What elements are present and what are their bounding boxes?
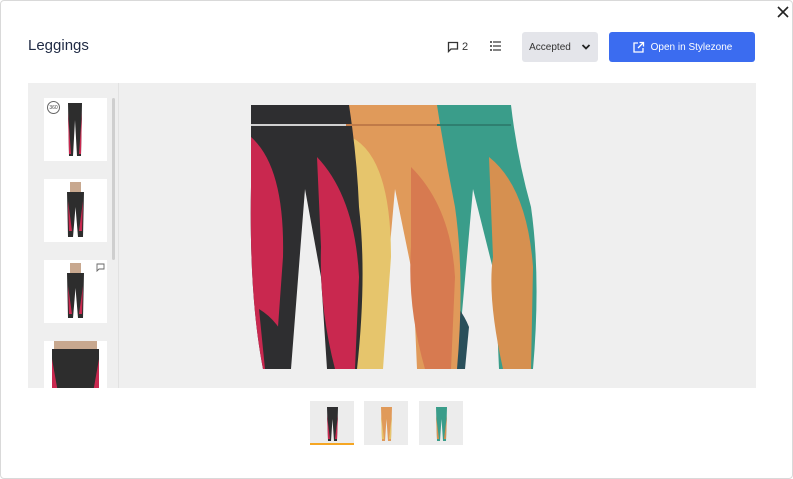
view-thumbnail-list[interactable]: 360 (28, 83, 119, 388)
list-icon[interactable] (489, 39, 503, 53)
model-front-image (67, 182, 84, 237)
comment-count: 2 (462, 41, 469, 53)
close-icon[interactable] (774, 3, 792, 21)
open-button-label: Open in Stylezone (650, 41, 733, 53)
colorway-image (436, 407, 447, 441)
status-label: Accepted (529, 41, 571, 53)
comments-button[interactable]: 2 (447, 41, 468, 53)
product-modal: Leggings 2 Accepted Open in Stylezone 36… (0, 0, 793, 479)
external-link-icon (632, 41, 644, 53)
thumbnail-scrollbar[interactable] (112, 98, 115, 260)
view-thumbnail-detail[interactable] (44, 341, 107, 388)
view-thumbnail-back[interactable] (44, 260, 107, 323)
leggings-main-image (250, 105, 537, 369)
colorway-thumbnail-3[interactable] (419, 401, 463, 445)
chevron-down-icon (581, 44, 590, 50)
rotate-360-icon: 360 (47, 101, 60, 114)
colorway-image (327, 407, 338, 441)
colorway-thumbnail-1[interactable] (310, 401, 354, 445)
model-detail-image (52, 341, 99, 388)
comment-icon (447, 41, 459, 53)
colorway-thumbnail-2[interactable] (364, 401, 408, 445)
selected-colorway-indicator (310, 443, 354, 445)
open-in-stylezone-button[interactable]: Open in Stylezone (609, 32, 755, 62)
page-title: Leggings (28, 37, 89, 54)
view-thumbnail-360[interactable]: 360 (44, 98, 107, 161)
status-dropdown[interactable]: Accepted (522, 32, 598, 62)
colorway-image (381, 407, 392, 441)
view-thumbnail-front[interactable] (44, 179, 107, 242)
comment-icon (96, 263, 105, 272)
